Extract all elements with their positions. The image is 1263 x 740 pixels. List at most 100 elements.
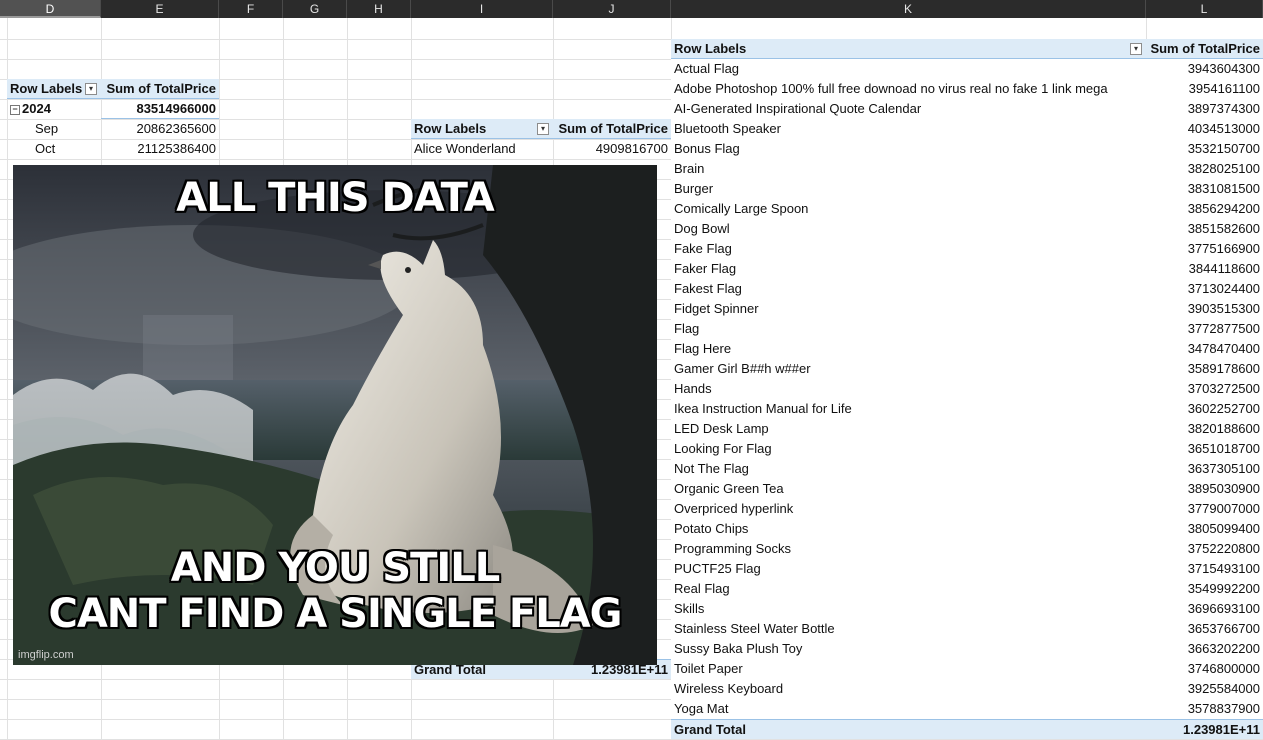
pivot-product-row-label[interactable]: Overpriced hyperlink xyxy=(671,499,1146,519)
pivot-product-row-value[interactable]: 3696693100 xyxy=(1146,599,1263,619)
pivot-customer-header-label[interactable]: Row Labels xyxy=(411,119,553,139)
pivot-product-row-value[interactable]: 3549992200 xyxy=(1146,579,1263,599)
pivot-product-row-label[interactable]: Fake Flag xyxy=(671,239,1146,259)
spreadsheet[interactable]: D E F G H I J K L Row Labels ▾ Sum of To… xyxy=(0,0,1263,740)
pivot-product-row-label[interactable]: Gamer Girl B##h w##er xyxy=(671,359,1146,379)
pivot-product-row-value[interactable]: 3831081500 xyxy=(1146,179,1263,199)
pivot-product-row-value[interactable]: 3851582600 xyxy=(1146,219,1263,239)
pivot-product-row-label[interactable]: Stainless Steel Water Bottle xyxy=(671,619,1146,639)
pivot-product-row-value[interactable]: 3828025100 xyxy=(1146,159,1263,179)
meme-bottom-line: CANT FIND A SINGLE FLAG xyxy=(48,591,622,637)
pivot-product-row-value[interactable]: 3897374300 xyxy=(1146,99,1263,119)
filter-dropdown-icon[interactable]: ▾ xyxy=(1130,43,1142,55)
meme-top-caption: ALL THIS DATA xyxy=(176,175,494,221)
filter-dropdown-icon[interactable]: ▾ xyxy=(85,83,97,95)
pivot-customer-row-label[interactable]: Alice Wonderland xyxy=(411,139,553,159)
pivot-product-row-value[interactable]: 3752220800 xyxy=(1146,539,1263,559)
column-header-i[interactable]: I xyxy=(411,0,553,18)
column-header-g[interactable]: G xyxy=(283,0,347,18)
column-header-k[interactable]: K xyxy=(671,0,1146,18)
pivot-product-row-value[interactable]: 3943604300 xyxy=(1146,59,1263,79)
pivot-product-row-value[interactable]: 3746800000 xyxy=(1146,659,1263,679)
pivot-product-row-value[interactable]: 3637305100 xyxy=(1146,459,1263,479)
pivot-product-row-label[interactable]: AI-Generated Inspirational Quote Calenda… xyxy=(671,99,1146,119)
pivot-customer-header-value[interactable]: Sum of TotalPrice xyxy=(553,119,671,139)
pivot-product-row-label[interactable]: Fidget Spinner xyxy=(671,299,1146,319)
collapse-minus-icon[interactable]: − xyxy=(10,105,20,115)
pivot-product-row-value[interactable]: 3925584000 xyxy=(1146,679,1263,699)
pivot-product-row-value[interactable]: 3589178600 xyxy=(1146,359,1263,379)
column-header-j[interactable]: J xyxy=(553,0,671,18)
pivot-product-row-label[interactable]: Organic Green Tea xyxy=(671,479,1146,499)
pivot-product-header-value[interactable]: Sum of TotalPrice xyxy=(1146,39,1263,59)
pivot-date-row-value[interactable]: 20862365600 xyxy=(101,119,219,139)
pivot-product-row-label[interactable]: LED Desk Lamp xyxy=(671,419,1146,439)
pivot-product-row-label[interactable]: Real Flag xyxy=(671,579,1146,599)
pivot-product-row-label[interactable]: Burger xyxy=(671,179,1146,199)
pivot-product-row-value[interactable]: 3478470400 xyxy=(1146,339,1263,359)
meme-image: ALL THIS DATA AND YOU STILL CANT FIND A … xyxy=(13,165,657,665)
pivot-date-row-label[interactable]: Oct xyxy=(7,139,101,159)
pivot-product-row-label[interactable]: Bluetooth Speaker xyxy=(671,119,1146,139)
imgflip-watermark: imgflip.com xyxy=(18,649,74,661)
pivot-product-row-label[interactable]: Flag xyxy=(671,319,1146,339)
pivot-product-row-label[interactable]: Not The Flag xyxy=(671,459,1146,479)
pivot-date-row-value[interactable]: 21125386400 xyxy=(101,139,219,159)
column-header-h[interactable]: H xyxy=(347,0,411,18)
pivot-product-row-label[interactable]: Fakest Flag xyxy=(671,279,1146,299)
pivot-product-row-label[interactable]: Toilet Paper xyxy=(671,659,1146,679)
pivot-product-row-label[interactable]: Wireless Keyboard xyxy=(671,679,1146,699)
meme-bottom-line: AND YOU STILL xyxy=(170,545,500,591)
pivot-product-row-label[interactable]: Skills xyxy=(671,599,1146,619)
pivot-product-total-label[interactable]: Grand Total xyxy=(671,719,1146,739)
pivot-product-row-label[interactable]: Flag Here xyxy=(671,339,1146,359)
pivot-product-row-value[interactable]: 4034513000 xyxy=(1146,119,1263,139)
pivot-product-row-label[interactable]: Hands xyxy=(671,379,1146,399)
pivot-product-row-label[interactable]: Adobe Photoshop 100% full free downoad n… xyxy=(671,79,1146,99)
pivot-product-row-value[interactable]: 3703272500 xyxy=(1146,379,1263,399)
pivot-date-header-value[interactable]: Sum of TotalPrice xyxy=(101,79,219,99)
pivot-product-row-value[interactable]: 3663202200 xyxy=(1146,639,1263,659)
pivot-product-row-label[interactable]: Looking For Flag xyxy=(671,439,1146,459)
pivot-product-row-value[interactable]: 3820188600 xyxy=(1146,419,1263,439)
pivot-product-row-label[interactable]: Actual Flag xyxy=(671,59,1146,79)
pivot-product-row-label[interactable]: Programming Socks xyxy=(671,539,1146,559)
pivot-product-row-label[interactable]: Bonus Flag xyxy=(671,139,1146,159)
column-header-e[interactable]: E xyxy=(101,0,219,18)
pivot-product-row-value[interactable]: 3772877500 xyxy=(1146,319,1263,339)
column-header-d[interactable]: D xyxy=(0,0,101,18)
filter-dropdown-icon[interactable]: ▾ xyxy=(537,123,549,135)
pivot-product-row-value[interactable]: 3578837900 xyxy=(1146,699,1263,719)
pivot-product-row-label[interactable]: Brain xyxy=(671,159,1146,179)
pivot-product-total-value[interactable]: 1.23981E+11 xyxy=(1146,719,1263,739)
pivot-product-row-label[interactable]: Ikea Instruction Manual for Life xyxy=(671,399,1146,419)
pivot-product-row-label[interactable]: Potato Chips xyxy=(671,519,1146,539)
pivot-product-row-label[interactable]: Faker Flag xyxy=(671,259,1146,279)
pivot-product-row-value[interactable]: 3903515300 xyxy=(1146,299,1263,319)
pivot-date-year-value[interactable]: 83514966000 xyxy=(101,99,219,119)
pivot-product-row-value[interactable]: 3602252700 xyxy=(1146,399,1263,419)
pivot-product-row-value[interactable]: 3856294200 xyxy=(1146,199,1263,219)
pivot-product-row-label[interactable]: Dog Bowl xyxy=(671,219,1146,239)
column-header-f[interactable]: F xyxy=(219,0,283,18)
pivot-product-row-label[interactable]: Yoga Mat xyxy=(671,699,1146,719)
pivot-product-row-value[interactable]: 3715493100 xyxy=(1146,559,1263,579)
pivot-product-row-value[interactable]: 3532150700 xyxy=(1146,139,1263,159)
pivot-date-row-label[interactable]: Sep xyxy=(7,119,101,139)
pivot-product-row-value[interactable]: 3651018700 xyxy=(1146,439,1263,459)
pivot-product-row-value[interactable]: 3775166900 xyxy=(1146,239,1263,259)
pivot-product-row-label[interactable]: Comically Large Spoon xyxy=(671,199,1146,219)
pivot-product-row-value[interactable]: 3844118600 xyxy=(1146,259,1263,279)
pivot-product-row-value[interactable]: 3895030900 xyxy=(1146,479,1263,499)
pivot-product-row-label[interactable]: PUCTF25 Flag xyxy=(671,559,1146,579)
pivot-product-row-value[interactable]: 3805099400 xyxy=(1146,519,1263,539)
pivot-product-row-value[interactable]: 3779007000 xyxy=(1146,499,1263,519)
pivot-product-row-value[interactable]: 3713024400 xyxy=(1146,279,1263,299)
pivot-product-row-value[interactable]: 3954161100 xyxy=(1146,79,1263,99)
pivot-product-row-label[interactable]: Sussy Baka Plush Toy xyxy=(671,639,1146,659)
column-header-l[interactable]: L xyxy=(1146,0,1263,18)
pivot-product-header-label[interactable]: Row Labels xyxy=(671,39,1146,59)
pivot-date-year[interactable]: −2024 xyxy=(7,99,101,119)
pivot-product-row-value[interactable]: 3653766700 xyxy=(1146,619,1263,639)
pivot-customer-row-value[interactable]: 4909816700 xyxy=(553,139,671,159)
